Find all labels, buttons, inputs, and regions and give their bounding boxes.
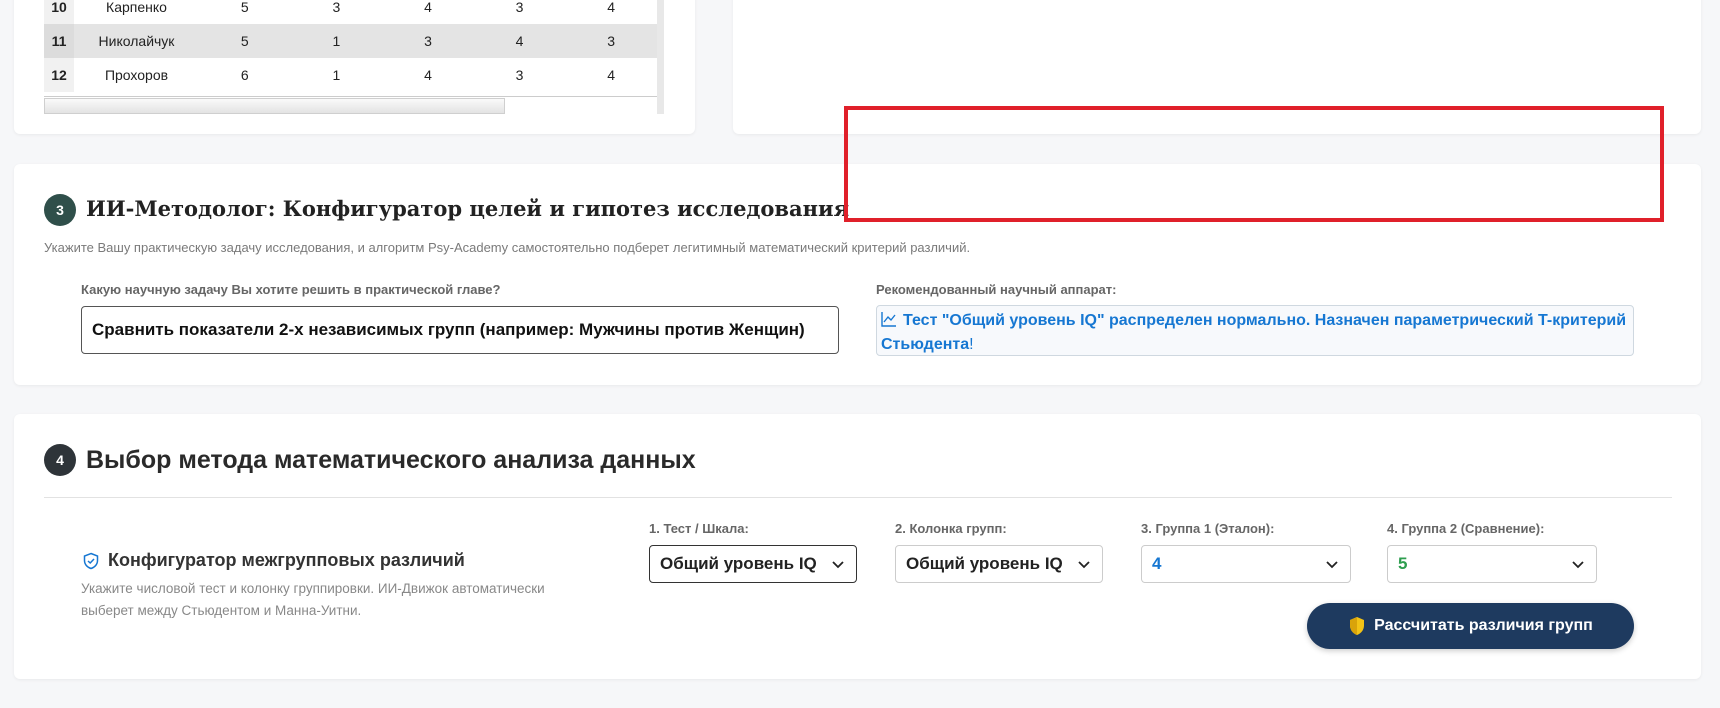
goal-value: Сравнить показатели 2-х независимых груп… [92, 320, 805, 339]
scrollbar-thumb[interactable] [44, 98, 505, 114]
data-table-card: 10 Карпенко 5 3 4 3 4 11 Николайчук 5 1 … [14, 0, 695, 134]
config-title: Конфигуратор межгрупповых различий [108, 550, 465, 570]
table-cell: 1 [290, 24, 383, 58]
select-value: Общий уровень IQ [660, 554, 817, 573]
analysis-method-section: 4 Выбор метода математического анализа д… [14, 414, 1701, 679]
table-cell: 5 [199, 0, 291, 24]
chart-line-icon [881, 312, 896, 327]
horizontal-scrollbar[interactable] [44, 96, 657, 114]
section-description: Укажите Вашу практическую задачу исследо… [44, 240, 971, 255]
step-badge: 4 [44, 444, 76, 476]
recommendation-highlight [844, 106, 1664, 222]
table-cell: 6 [199, 58, 291, 92]
table-cell: 4 [382, 58, 474, 92]
select-label-group2: 4. Группа 2 (Сравнение): [1387, 521, 1545, 536]
table-cell: 4 [565, 0, 657, 24]
data-table: 10 Карпенко 5 3 4 3 4 11 Николайчук 5 1 … [44, 0, 657, 92]
row-name: Прохоров [74, 58, 199, 92]
group2-select[interactable]: 5 [1387, 545, 1597, 583]
table-cell: 1 [290, 58, 383, 92]
table-cell: 3 [473, 0, 566, 24]
select-label-group-column: 2. Колонка групп: [895, 521, 1007, 536]
table-cell: 3 [473, 58, 566, 92]
table-row: 11 Николайчук 5 1 3 4 3 [44, 24, 657, 58]
table-row: 10 Карпенко 5 3 4 3 4 [44, 0, 657, 24]
select-value: Общий уровень IQ [906, 554, 1063, 573]
table-cell: 4 [565, 58, 657, 92]
recommendation-box: Тест "Общий уровень IQ" распределен норм… [876, 305, 1634, 356]
group-column-select[interactable]: Общий уровень IQ [895, 545, 1103, 583]
row-name: Карпенко [74, 0, 199, 24]
calculate-button-label: Рассчитать различия групп [1374, 617, 1593, 634]
recommendation-text: Тест "Общий уровень IQ" распределен норм… [881, 312, 1627, 353]
table-cell: 3 [382, 24, 474, 58]
chevron-down-icon [1326, 561, 1338, 569]
step-badge: 3 [44, 194, 76, 226]
select-label-test: 1. Тест / Шкала: [649, 521, 749, 536]
section-title: ИИ-Методолог: Конфигуратор целей и гипот… [86, 196, 850, 221]
select-label-group1: 3. Группа 1 (Эталон): [1141, 521, 1275, 536]
vertical-scrollbar[interactable] [657, 0, 664, 114]
chevron-down-icon [1572, 561, 1584, 569]
select-value: 4 [1152, 554, 1162, 573]
section-title: Выбор метода математического анализа дан… [86, 446, 696, 474]
divider [44, 497, 1672, 498]
test-scale-select[interactable]: Общий уровень IQ [649, 545, 857, 583]
config-title-row: Конфигуратор межгрупповых различий [82, 550, 465, 571]
table-row: 12 Прохоров 6 1 4 3 4 [44, 58, 657, 92]
group1-select[interactable]: 4 [1141, 545, 1351, 583]
table-cell: 3 [290, 0, 383, 24]
select-value: 5 [1398, 554, 1408, 573]
recommendation-label: Рекомендованный научный аппарат: [876, 282, 1117, 297]
shield-icon [1350, 617, 1365, 635]
recommendation-end: ! [969, 336, 974, 353]
row-name: Николайчук [74, 24, 199, 58]
chevron-down-icon [832, 561, 844, 569]
config-description: Укажите числовой тест и колонку группиро… [81, 581, 545, 618]
goal-select[interactable]: Сравнить показатели 2-х независимых груп… [81, 306, 839, 354]
row-number: 12 [44, 58, 74, 92]
calculate-button[interactable]: Рассчитать различия групп [1307, 603, 1634, 649]
table-cell: 4 [382, 0, 474, 24]
row-number: 11 [44, 24, 74, 58]
chevron-down-icon [1078, 561, 1090, 569]
data-table-wrapper: 10 Карпенко 5 3 4 3 4 11 Николайчук 5 1 … [44, 0, 664, 114]
goal-label: Какую научную задачу Вы хотите решить в … [81, 282, 501, 297]
table-cell: 5 [199, 24, 291, 58]
table-cell: 3 [565, 24, 657, 58]
row-number: 10 [44, 0, 74, 24]
shield-check-icon [83, 552, 99, 569]
table-cell: 4 [473, 24, 566, 58]
